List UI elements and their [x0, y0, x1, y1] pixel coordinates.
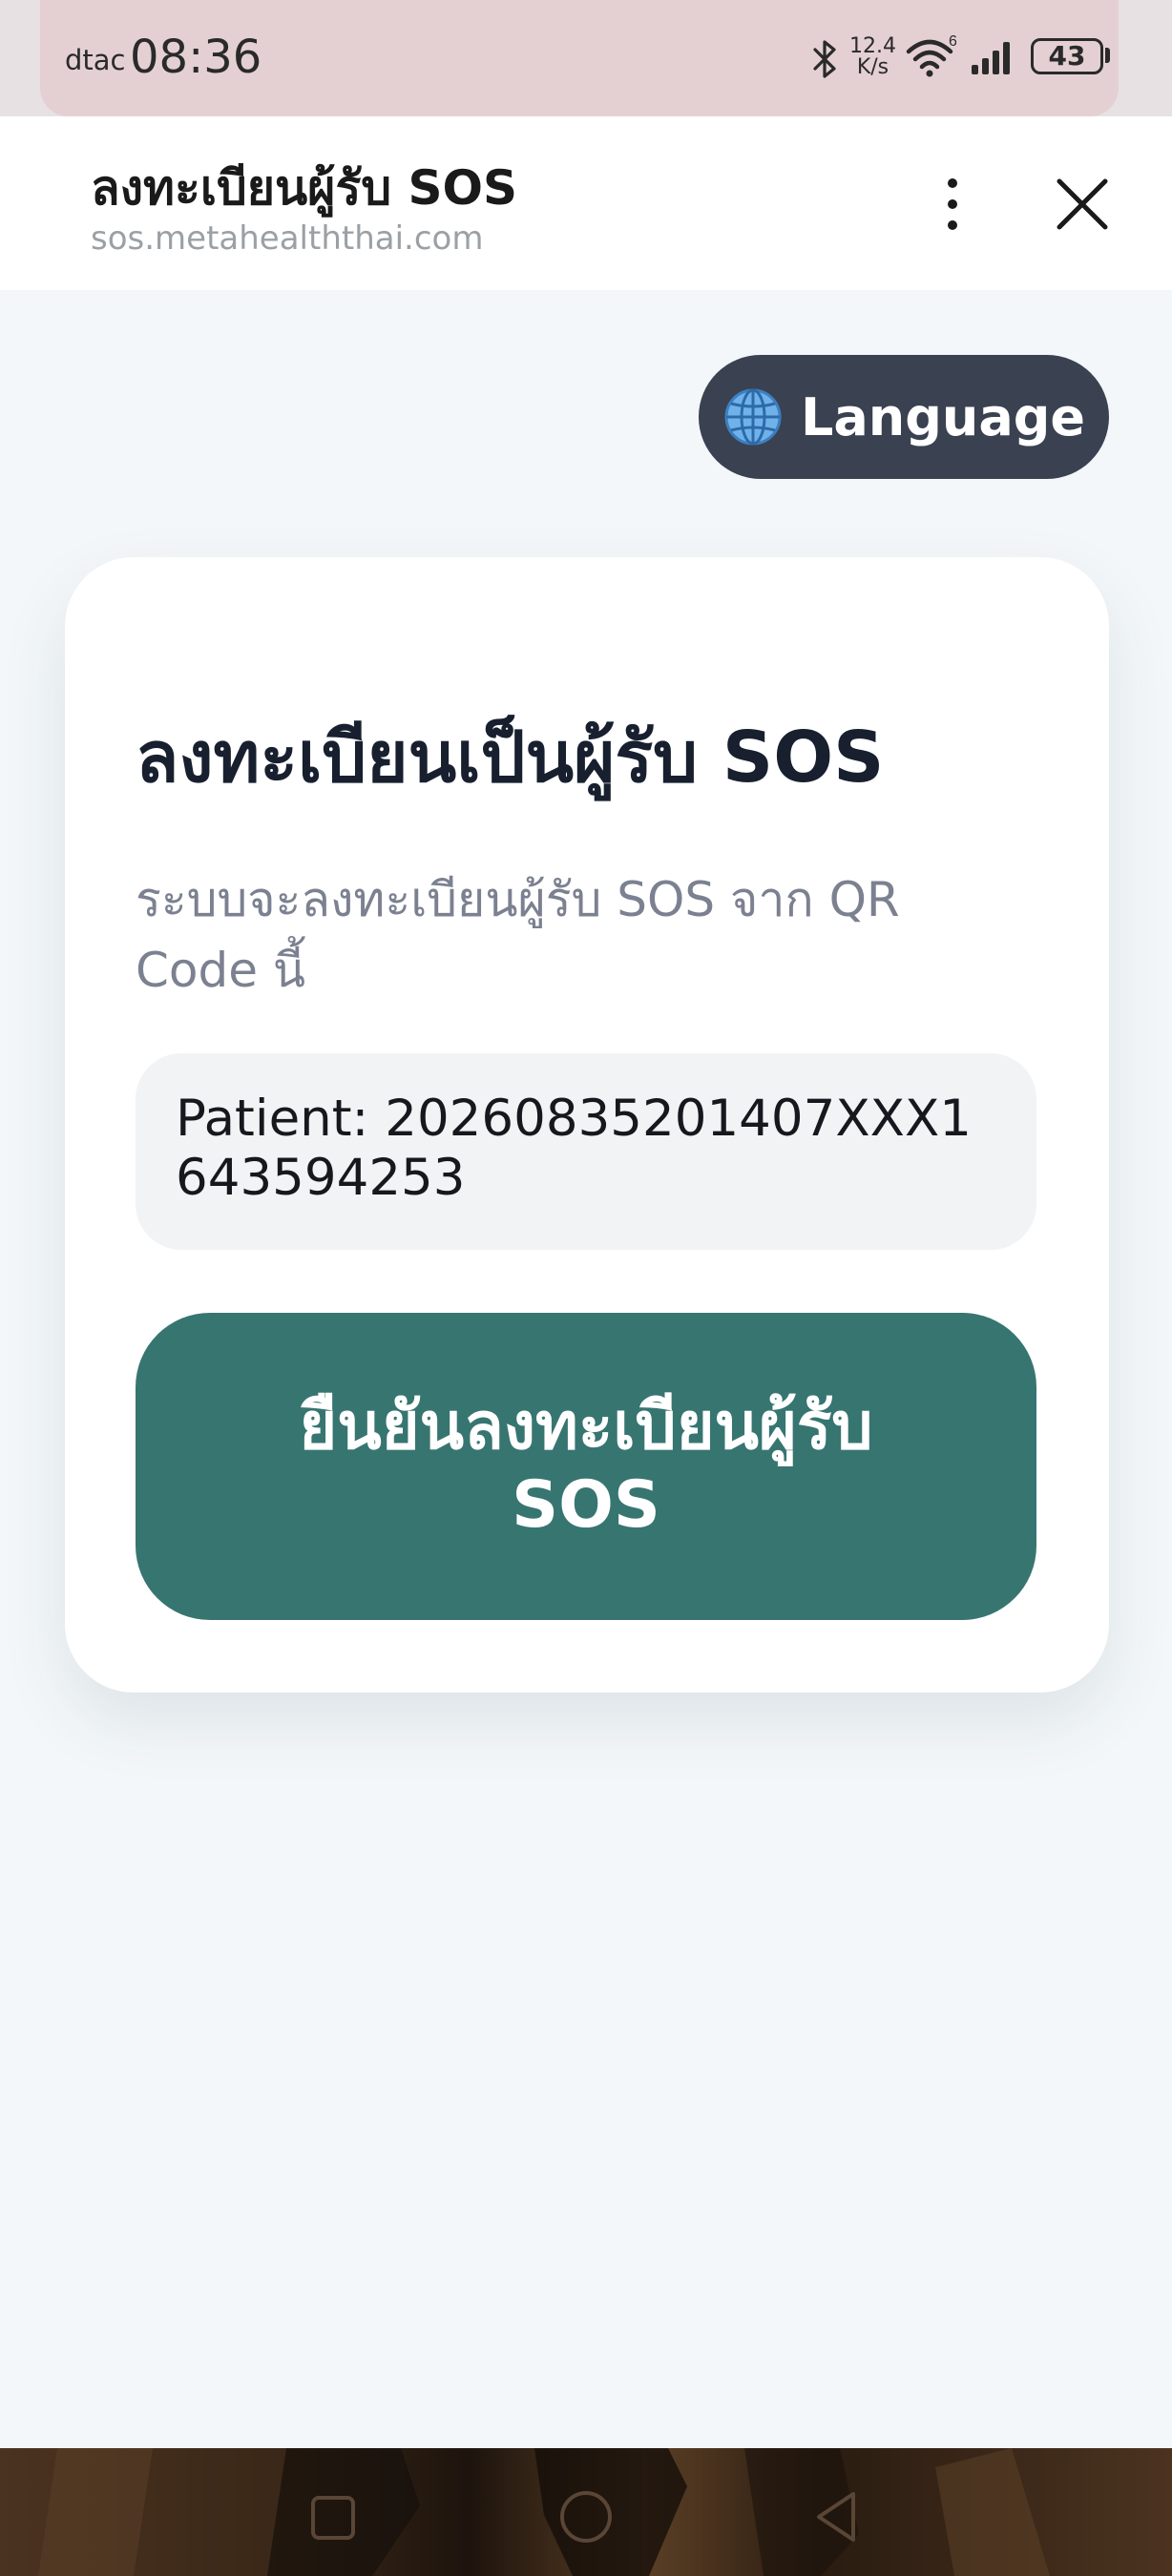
confirm-button-label: ยืนยันลงทะเบียนผู้รับ SOS [299, 1389, 873, 1543]
network-speed: 12.4 K/s [849, 36, 896, 78]
patient-id-box: Patient: 20260835201407XXX1643594253 [136, 1053, 1036, 1250]
system-nav-bar [0, 2448, 1172, 2576]
card-description: ระบบจะลงทะเบียนผู้รับ SOS จาก QR Code นี… [136, 872, 900, 998]
network-speed-value: 12.4 [849, 34, 896, 58]
clock: 08:36 [130, 31, 262, 84]
status-bar: dtac 08:36 12.4 K/s 6 43 [0, 0, 1172, 116]
close-icon[interactable] [1050, 172, 1115, 237]
more-options-icon[interactable] [926, 170, 979, 239]
signal-icon [972, 42, 1010, 74]
page-url[interactable]: sos.metahealththai.com [91, 219, 483, 258]
battery-indicator: 43 [1031, 38, 1103, 74]
home-icon[interactable] [557, 2488, 615, 2545]
language-button-label: Language [800, 386, 1086, 447]
card-title: ลงทะเบียนเป็นผู้รับ SOS [136, 717, 885, 799]
wifi-icon: 6 [906, 34, 956, 77]
back-icon[interactable] [811, 2488, 861, 2545]
registration-card: ลงทะเบียนเป็นผู้รับ SOS ระบบจะลงทะเบียนผ… [65, 557, 1109, 1693]
language-button[interactable]: Language [699, 355, 1109, 479]
network-speed-unit: K/s [856, 55, 889, 79]
page-title: ลงทะเบียนผู้รับ SOS [91, 160, 517, 216]
carrier-label: dtac [65, 44, 126, 76]
globe-icon [724, 388, 782, 446]
recent-apps-icon[interactable] [307, 2492, 359, 2544]
bluetooth-icon [813, 40, 836, 78]
wifi-badge: 6 [949, 34, 956, 50]
battery-tip [1105, 48, 1110, 63]
browser-header: ลงทะเบียนผู้รับ SOS sos.metahealththai.c… [0, 116, 1172, 290]
confirm-register-button[interactable]: ยืนยันลงทะเบียนผู้รับ SOS [136, 1313, 1036, 1620]
